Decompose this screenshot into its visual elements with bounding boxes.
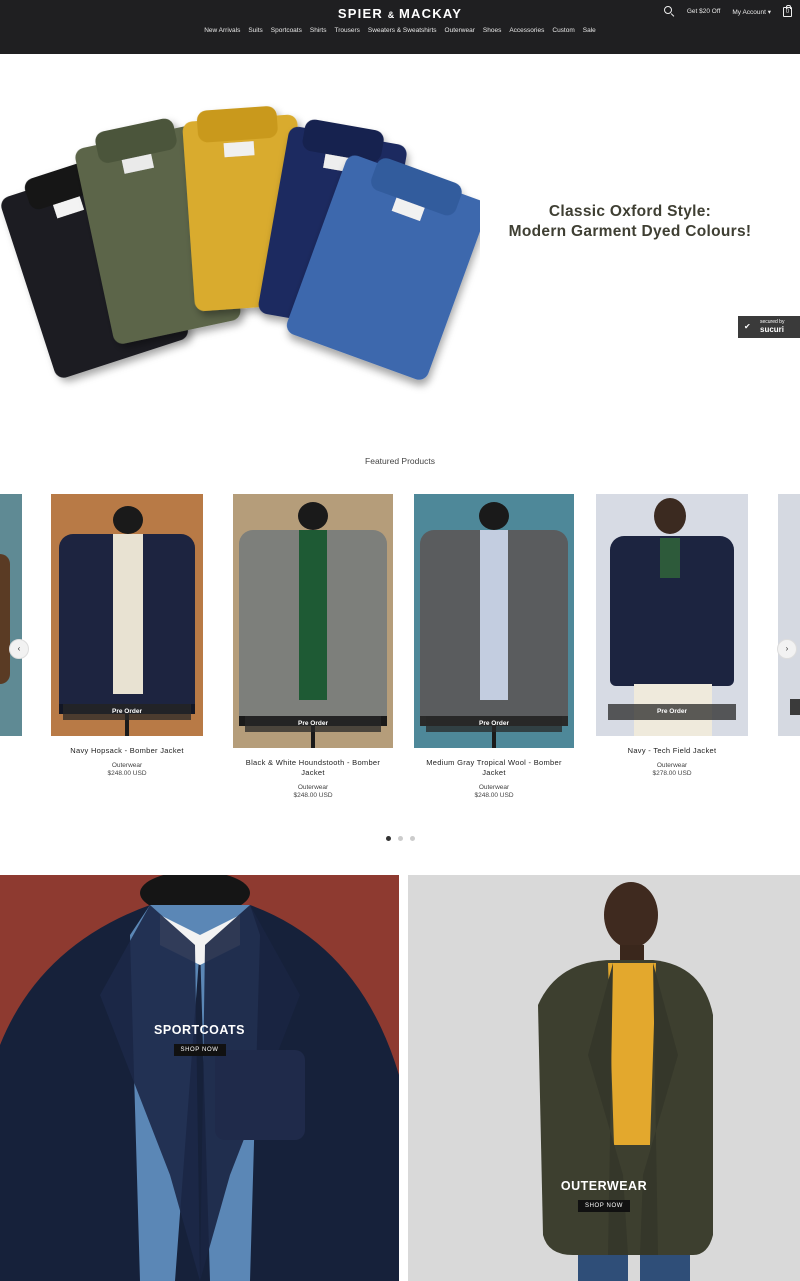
logo-ampersand: & [387,10,395,20]
hero-headline-line1: Classic Oxford Style: [548,203,712,220]
nav-new-arrivals[interactable]: New Arrivals [204,27,240,34]
hero-headline: Classic Oxford Style: Modern Garment Dye… [480,202,780,242]
product-price: $248.00 USD [474,792,514,799]
product-image [778,494,800,736]
product-name[interactable]: Navy Hopsack - Bomber Jacket [51,746,203,756]
product-card[interactable]: Pre Order Navy - Tech Field Jacket Outer… [596,494,748,777]
product-image: Pre Order [51,494,203,736]
product-card[interactable]: Pre Order Black & White Houndstooth - Bo… [233,494,393,799]
product-category: Outerwear [111,762,143,769]
product-price: $248.00 USD [293,792,333,799]
bag-count: 0 [785,8,790,15]
header-actions: Get $20 Off My Account ▾ 0 [663,4,792,17]
sportcoats-tile[interactable]: SPORTCOATS SHOP NOW [0,875,399,1281]
product-image [0,494,22,736]
featured-carousel: Pre Order Navy Hopsack - Bomber Jacket O… [0,494,800,814]
product-card[interactable]: Pre Order Medium Gray Tropical Wool - Bo… [414,494,574,799]
nav-shirts[interactable]: Shirts [310,27,327,34]
outerwear-tile[interactable]: OUTERWEAR SHOP NOW [408,875,800,1281]
nav-sale[interactable]: Sale [583,27,596,34]
outerwear-label: OUTERWEAR [560,1179,648,1193]
hero-headline-line2: Modern Garment Dyed Colours! [508,223,752,240]
logo-word-mackay: MACKAY [399,6,463,21]
badge-brand-text: sucuri [760,325,785,334]
outerwear-image [538,882,713,1281]
shopping-bag-icon[interactable]: 0 [783,4,792,17]
preorder-badge: Pre Order [63,704,191,720]
nav-outerwear[interactable]: Outerwear [445,27,475,34]
featured-products-heading: Featured Products [365,456,435,466]
sucuri-security-badge[interactable]: ✔ secured by sucuri [738,316,800,338]
product-image: Pre Order [233,494,393,748]
preorder-badge: Pre Order [426,716,562,732]
carousel-pagination [0,836,800,841]
outerwear-shop-now-button[interactable]: SHOP NOW [577,1200,631,1212]
product-card[interactable]: Pre Order Navy Hopsack - Bomber Jacket O… [51,494,203,777]
site-header: SPIER & MACKAY New Arrivals Suits Sportc… [0,0,800,54]
product-image: Pre Order [596,494,748,736]
carousel-dot-2[interactable] [397,836,403,841]
nav-accessories[interactable]: Accessories [509,27,544,34]
logo-word-spier: SPIER [337,6,383,21]
product-category: Outerwear [297,784,329,791]
carousel-dot-1[interactable] [385,836,391,841]
nav-sweaters[interactable]: Sweaters & Sweatshirts [368,27,437,34]
search-icon[interactable] [663,6,675,17]
carousel-next-button[interactable]: › [777,639,797,659]
product-category: Outerwear [478,784,510,791]
product-category: Outerwear [656,762,688,769]
nav-trousers[interactable]: Trousers [334,27,359,34]
sportcoats-shop-now-button[interactable]: SHOP NOW [173,1044,226,1056]
nav-custom[interactable]: Custom [552,27,574,34]
nav-shoes[interactable]: Shoes [483,27,501,34]
account-menu[interactable]: My Account ▾ [732,8,771,16]
preorder-badge: Pre Order [245,716,381,732]
oxford-shirts-image [1,106,480,380]
product-card-partial-left[interactable] [0,494,22,736]
product-card-partial-right[interactable] [778,494,800,736]
product-name[interactable]: Medium Gray Tropical Wool - Bomber Jacke… [414,758,574,778]
nav-suits[interactable]: Suits [248,27,262,34]
product-image: Pre Order [414,494,574,748]
preorder-badge: Pre Order [608,704,736,720]
checkmark-icon: ✔ [744,322,751,331]
hero-banner[interactable]: Classic Oxford Style: Modern Garment Dye… [0,54,800,424]
product-price: $278.00 USD [652,770,692,777]
main-nav: New Arrivals Suits Sportcoats Shirts Tro… [0,27,800,34]
product-name[interactable]: Navy - Tech Field Jacket [596,746,748,756]
sportcoats-image [0,875,399,1281]
carousel-dot-3[interactable] [409,836,415,841]
sportcoats-label: SPORTCOATS [154,1023,245,1037]
product-price: $248.00 USD [107,770,147,777]
carousel-prev-button[interactable]: ‹ [9,639,29,659]
product-name[interactable]: Black & White Houndstooth - Bomber Jacke… [233,758,393,778]
nav-sportcoats[interactable]: Sportcoats [271,27,302,34]
promo-link[interactable]: Get $20 Off [687,8,720,15]
